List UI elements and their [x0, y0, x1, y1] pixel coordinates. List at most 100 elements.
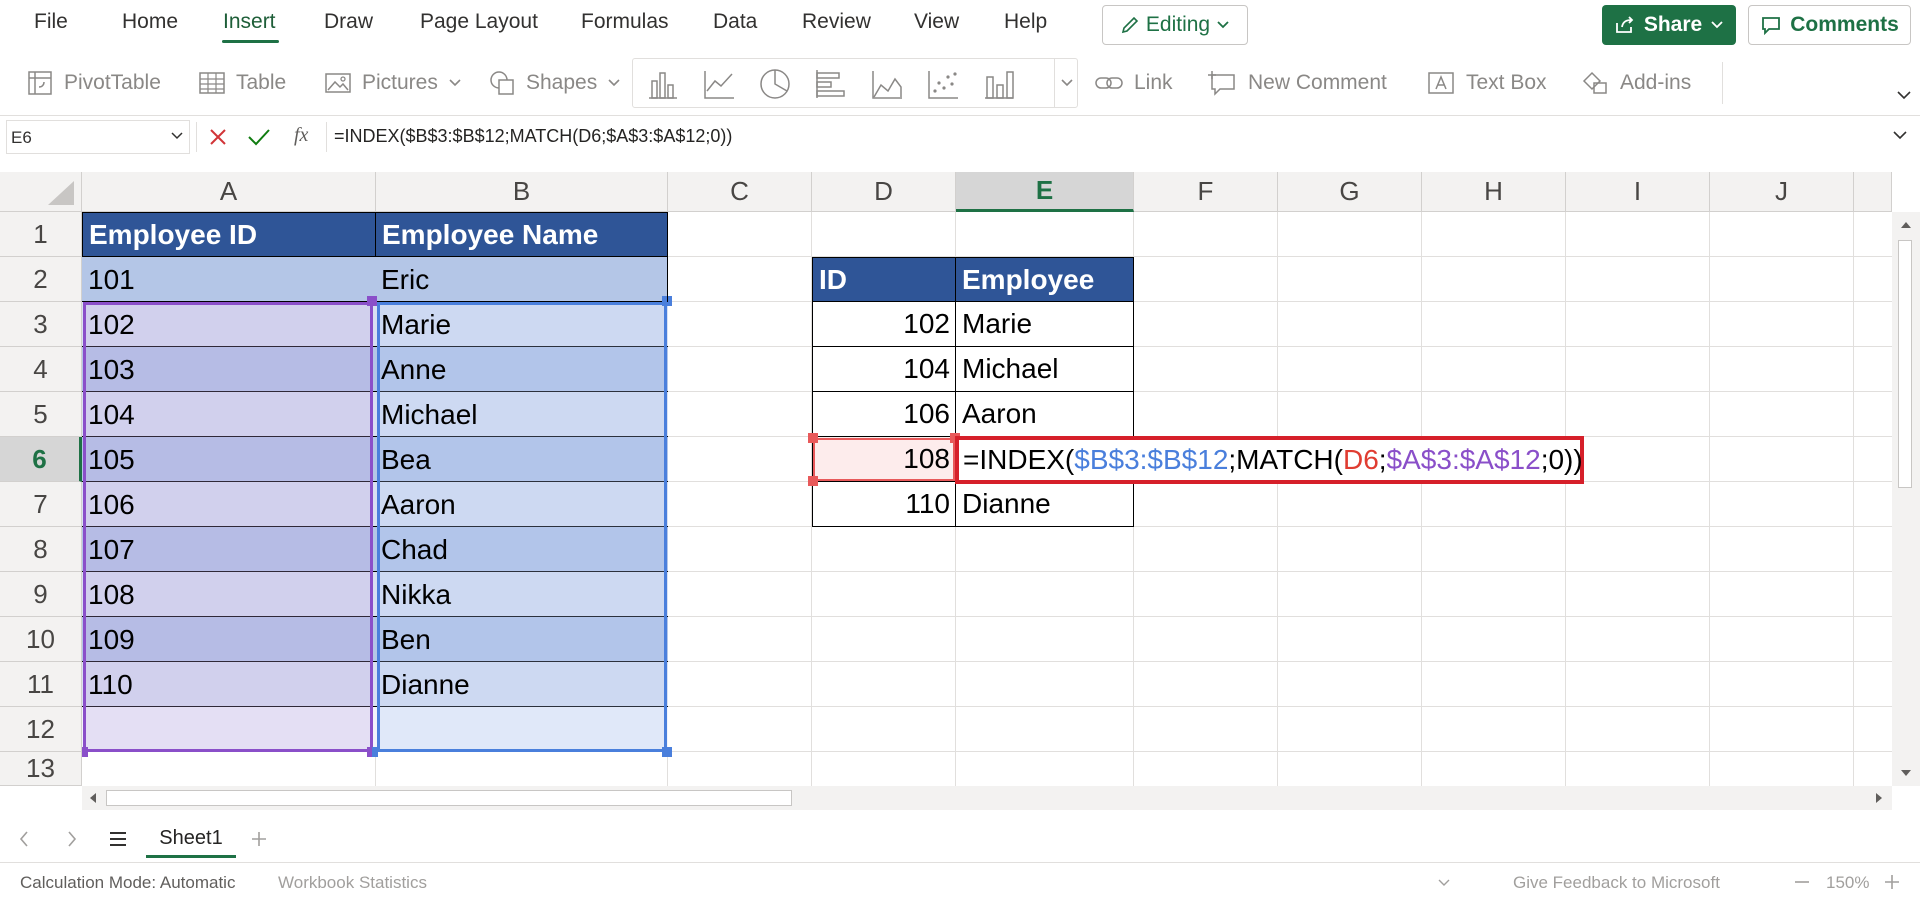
editing-mode-button[interactable]: Editing	[1102, 5, 1248, 45]
more-charts-button[interactable]	[1054, 58, 1078, 108]
zoom-out-icon[interactable]	[1794, 880, 1810, 884]
table1-cell-b10[interactable]: Ben	[375, 617, 668, 662]
table2-header-id[interactable]: ID	[812, 257, 956, 302]
table1-cell-b11[interactable]: Dianne	[375, 662, 668, 707]
tab-review[interactable]: Review	[802, 10, 871, 34]
table2-cell-e3[interactable]: Marie	[955, 302, 1134, 347]
row-header-1[interactable]: 1	[0, 212, 82, 257]
row-header-5[interactable]: 5	[0, 392, 82, 437]
pivottable-button[interactable]: PivotTable	[26, 68, 161, 98]
table1-cell-a8[interactable]: 107	[82, 527, 375, 572]
scroll-left-icon[interactable]	[88, 791, 98, 805]
chevron-down-icon[interactable]	[1438, 879, 1450, 887]
row-header-9[interactable]: 9	[0, 572, 82, 617]
row-header-2[interactable]: 2	[0, 257, 82, 302]
table1-cell-a5[interactable]: 104	[82, 392, 375, 437]
table1-cell-a6[interactable]: 105	[82, 437, 375, 482]
table1-cell-b4[interactable]: Anne	[375, 347, 668, 392]
select-all-button[interactable]	[0, 172, 82, 212]
column-header-b[interactable]: B	[376, 172, 668, 212]
pie-chart-icon[interactable]	[757, 67, 793, 101]
row-header-13[interactable]: 13	[0, 752, 82, 786]
add-sheet-icon[interactable]	[250, 830, 268, 848]
bar-chart-icon[interactable]	[813, 67, 849, 101]
row-header-6[interactable]: 6	[0, 437, 82, 482]
scatter-chart-icon[interactable]	[925, 67, 961, 101]
table2-cell-d4[interactable]: 104	[812, 347, 956, 392]
name-box[interactable]: E6	[6, 120, 190, 154]
table2-cell-e4[interactable]: Michael	[955, 347, 1134, 392]
table1-cell-a9[interactable]: 108	[82, 572, 375, 617]
shapes-button[interactable]: Shapes	[488, 68, 621, 98]
table2-cell-e7[interactable]: Dianne	[955, 482, 1134, 527]
chevron-right-icon[interactable]	[66, 830, 78, 848]
table1-cell-b6[interactable]: Bea	[375, 437, 668, 482]
zoom-in-icon[interactable]	[1884, 874, 1900, 890]
column-header-h[interactable]: H	[1422, 172, 1566, 212]
tab-view[interactable]: View	[914, 10, 959, 34]
table2-cell-d5[interactable]: 106	[812, 392, 956, 437]
give-feedback-link[interactable]: Give Feedback to Microsoft	[1513, 873, 1720, 893]
table1-cell-a2[interactable]: 101	[82, 257, 375, 302]
pictures-button[interactable]: Pictures	[324, 68, 462, 98]
vertical-scroll-thumb[interactable]	[1898, 240, 1912, 488]
share-button[interactable]: Share	[1602, 5, 1736, 45]
insert-function-button[interactable]: fx	[294, 124, 308, 147]
add-ins-button[interactable]: Add-ins	[1580, 68, 1691, 98]
table2-cell-d7[interactable]: 110	[812, 482, 956, 527]
table1-cell-a3[interactable]: 102	[82, 302, 375, 347]
tab-formulas[interactable]: Formulas	[581, 10, 669, 34]
column-header-c[interactable]: C	[668, 172, 812, 212]
table1-cell-a11[interactable]: 110	[82, 662, 375, 707]
cancel-icon[interactable]	[206, 126, 230, 148]
scroll-up-icon[interactable]	[1899, 220, 1913, 230]
chevron-left-icon[interactable]	[18, 830, 30, 848]
horizontal-scrollbar[interactable]	[82, 786, 1892, 810]
tab-help[interactable]: Help	[1004, 10, 1047, 34]
column-header-g[interactable]: G	[1278, 172, 1422, 212]
column-header-a[interactable]: A	[82, 172, 376, 212]
table1-cell-a4[interactable]: 103	[82, 347, 375, 392]
table1-cell-b2[interactable]: Eric	[375, 257, 668, 302]
line-chart-icon[interactable]	[701, 67, 737, 101]
enter-check-icon[interactable]	[246, 126, 272, 148]
cells-area[interactable]: Employee ID Employee Name 101 Eric 102 M…	[82, 212, 1892, 786]
sheet-tab-sheet1[interactable]: Sheet1	[146, 822, 236, 858]
tab-home[interactable]: Home	[122, 10, 178, 34]
table2-header-employee[interactable]: Employee	[955, 257, 1134, 302]
table1-cell-b9[interactable]: Nikka	[375, 572, 668, 617]
formula-input[interactable]: =INDEX($B$3:$B$12;MATCH(D6;$A$3:$A$12;0)…	[334, 126, 732, 147]
chevron-down-icon[interactable]	[1896, 90, 1912, 100]
column-chart-icon[interactable]	[645, 67, 681, 101]
horizontal-scroll-thumb[interactable]	[106, 790, 792, 806]
tab-data[interactable]: Data	[713, 10, 757, 34]
tab-insert[interactable]: Insert	[223, 10, 276, 34]
chevron-down-icon[interactable]	[1892, 130, 1908, 140]
comments-button[interactable]: Comments	[1748, 5, 1911, 45]
text-box-button[interactable]: Text Box	[1426, 68, 1547, 98]
tab-page-layout[interactable]: Page Layout	[420, 10, 538, 34]
other-chart-icon[interactable]	[981, 67, 1017, 101]
scroll-right-icon[interactable]	[1874, 791, 1884, 805]
workbook-statistics[interactable]: Workbook Statistics	[278, 873, 427, 893]
row-header-8[interactable]: 8	[0, 527, 82, 572]
table1-cell-b8[interactable]: Chad	[375, 527, 668, 572]
table1-cell-b3[interactable]: Marie	[375, 302, 668, 347]
row-header-7[interactable]: 7	[0, 482, 82, 527]
column-header-i[interactable]: I	[1566, 172, 1710, 212]
table1-cell-b7[interactable]: Aaron	[375, 482, 668, 527]
link-button[interactable]: Link	[1094, 68, 1173, 98]
vertical-scrollbar[interactable]	[1892, 212, 1920, 786]
calculation-mode[interactable]: Calculation Mode: Automatic	[20, 873, 235, 893]
table2-cell-e5[interactable]: Aaron	[955, 392, 1134, 437]
column-header-e[interactable]: E	[956, 172, 1134, 212]
column-header-f[interactable]: F	[1134, 172, 1278, 212]
table1-cell-a7[interactable]: 106	[82, 482, 375, 527]
table-button[interactable]: Table	[198, 68, 286, 98]
column-header-d[interactable]: D	[812, 172, 956, 212]
table2-cell-d3[interactable]: 102	[812, 302, 956, 347]
new-comment-button[interactable]: New Comment	[1208, 68, 1387, 98]
scroll-down-icon[interactable]	[1899, 768, 1913, 778]
row-header-12[interactable]: 12	[0, 707, 82, 752]
row-header-11[interactable]: 11	[0, 662, 82, 707]
